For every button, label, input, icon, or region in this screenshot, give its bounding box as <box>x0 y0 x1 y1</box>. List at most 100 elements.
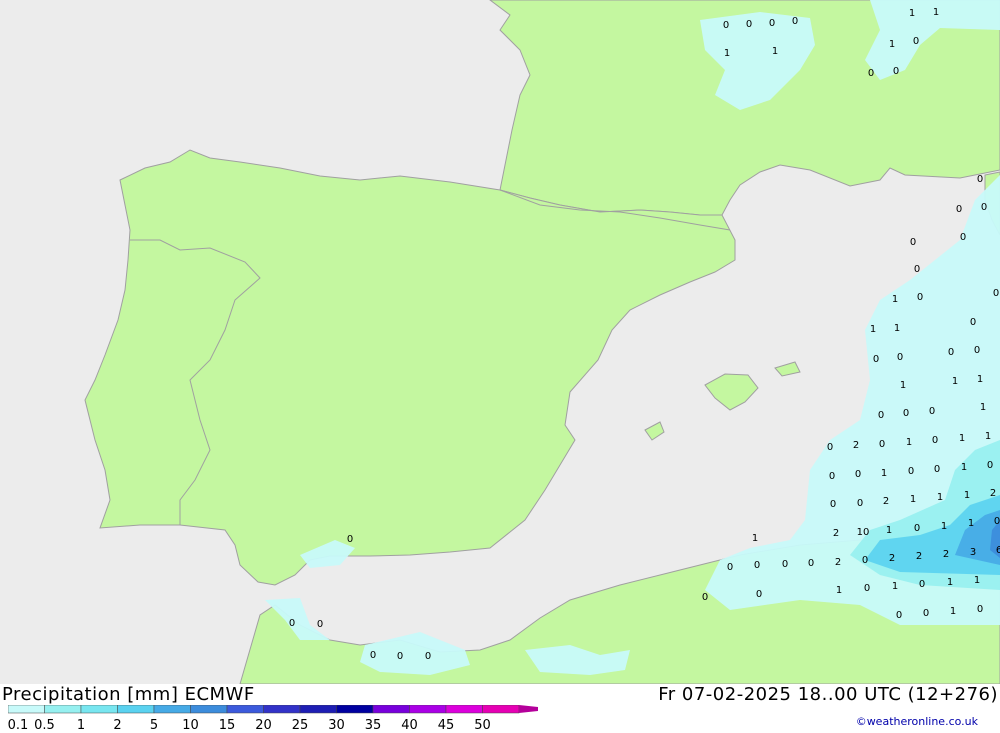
point-value-label: 0 <box>370 650 376 661</box>
point-value-label: 10 <box>857 527 870 538</box>
point-value-label: 0 <box>878 410 884 421</box>
point-value-label: 0 <box>917 292 923 303</box>
point-value-label: 1 <box>906 437 912 448</box>
legend-swatch <box>8 705 45 714</box>
legend-tick-label: 15 <box>218 718 236 733</box>
point-value-label: 1 <box>947 577 953 588</box>
legend-swatch <box>336 705 374 714</box>
footer: Precipitation [mm] ECMWF Fr 07-02-2025 1… <box>0 684 1000 733</box>
legend-tick-label: 1 <box>76 718 86 733</box>
point-value-label: 0 <box>929 406 935 417</box>
legend-tick-label: 25 <box>291 718 309 733</box>
point-value-label: 0 <box>347 534 353 545</box>
point-value-label: 0 <box>862 555 868 566</box>
point-value-label: 0 <box>782 559 788 570</box>
point-value-label: 0 <box>756 589 762 600</box>
point-value-label: 0 <box>948 347 954 358</box>
legend-swatch <box>372 705 410 714</box>
point-value-label: 0 <box>829 471 835 482</box>
point-value-label: 0 <box>289 618 295 629</box>
point-value-label: 1 <box>959 433 965 444</box>
point-value-label: 1 <box>977 374 983 385</box>
point-value-label: 1 <box>968 518 974 529</box>
legend-tick-label: 0.1 <box>7 718 29 733</box>
point-value-label: 0 <box>702 592 708 603</box>
point-value-label: 1 <box>985 431 991 442</box>
point-value-label: 1 <box>974 575 980 586</box>
point-value-label: 0 <box>425 651 431 662</box>
credit-text: ©weatheronline.co.uk <box>855 715 978 728</box>
legend-swatch <box>263 705 301 714</box>
point-value-label: 1 <box>909 8 915 19</box>
legend-swatch <box>117 705 155 714</box>
point-value-label: 0 <box>723 20 729 31</box>
point-value-label: 0 <box>974 345 980 356</box>
point-value-label: 1 <box>980 402 986 413</box>
point-value-label: 0 <box>873 354 879 365</box>
valid-time: Fr 07-02-2025 18..00 UTC (12+276) <box>658 684 998 705</box>
point-value-label: 1 <box>881 468 887 479</box>
point-value-label: 2 <box>889 553 895 564</box>
point-value-label: 0 <box>970 317 976 328</box>
legend-tick-label: 0.5 <box>34 718 55 733</box>
point-value-label: 0 <box>960 232 966 243</box>
point-value-label: 0 <box>919 579 925 590</box>
point-value-label: 0 <box>913 36 919 47</box>
point-value-label: 1 <box>933 7 939 18</box>
point-value-label: 0 <box>868 68 874 79</box>
point-value-label: 0 <box>932 435 938 446</box>
point-value-label: 0 <box>830 499 836 510</box>
legend-swatch <box>226 705 264 714</box>
legend-tick-label: 30 <box>328 718 345 733</box>
point-value-label: 0 <box>994 516 1000 527</box>
point-value-label: 0 <box>857 498 863 509</box>
point-value-label: 1 <box>889 39 895 50</box>
point-value-label: 0 <box>977 604 983 615</box>
point-value-label: 0 <box>993 288 999 299</box>
point-value-label: 2 <box>883 496 889 507</box>
legend-colorbar <box>8 705 538 714</box>
point-value-label: 0 <box>910 237 916 248</box>
point-value-label: 1 <box>937 492 943 503</box>
point-value-label: 0 <box>746 19 752 30</box>
legend-swatch-arrow <box>519 705 538 713</box>
point-value-label: 1 <box>892 294 898 305</box>
legend-tick-label: 5 <box>149 718 159 733</box>
point-value-label: 0 <box>987 460 993 471</box>
legend-tick-label: 10 <box>182 718 199 733</box>
point-value-label: 0 <box>754 560 760 571</box>
legend-swatch <box>190 705 228 714</box>
point-value-label: 0 <box>397 651 403 662</box>
point-value-label: 0 <box>977 174 983 185</box>
legend-swatch <box>409 705 447 714</box>
legend-tick-label: 2 <box>113 718 122 733</box>
legend-tick-label: 40 <box>401 718 418 733</box>
point-value-label: 0 <box>934 464 940 475</box>
point-value-label: 3 <box>970 547 976 558</box>
point-value-label: 1 <box>910 494 916 505</box>
point-value-label: 0 <box>893 66 899 77</box>
point-value-label: 0 <box>317 619 323 630</box>
point-value-label: 0 <box>769 18 775 29</box>
point-value-label: 2 <box>990 488 996 499</box>
point-value-label: 0 <box>896 610 902 621</box>
point-value-label: 2 <box>833 528 839 539</box>
legend-tick-label: 50 <box>474 718 491 733</box>
point-value-label: 2 <box>943 549 949 560</box>
point-value-label: 0 <box>908 466 914 477</box>
point-value-label: 1 <box>724 48 730 59</box>
point-value-label: 0 <box>956 204 962 215</box>
precipitation-map: 0 0 0 01 11 11 00 000 00 000101 100 010 01 110 0 00 2 0 1 0… <box>0 0 1000 684</box>
point-value-label: 0 <box>914 264 920 275</box>
legend-tick-label: 20 <box>255 718 272 733</box>
point-value-label: 1 <box>836 585 842 596</box>
point-value-label: 2 <box>916 551 922 562</box>
legend-swatch <box>80 705 118 714</box>
point-value-label: 0 <box>923 608 929 619</box>
point-value-label: 1 <box>941 521 947 532</box>
point-value-label: 2 <box>835 557 841 568</box>
point-value-label: 1 <box>964 490 970 501</box>
point-value-label: 0 <box>897 352 903 363</box>
point-value-label: 1 <box>886 525 892 536</box>
point-value-label: 0 <box>903 408 909 419</box>
